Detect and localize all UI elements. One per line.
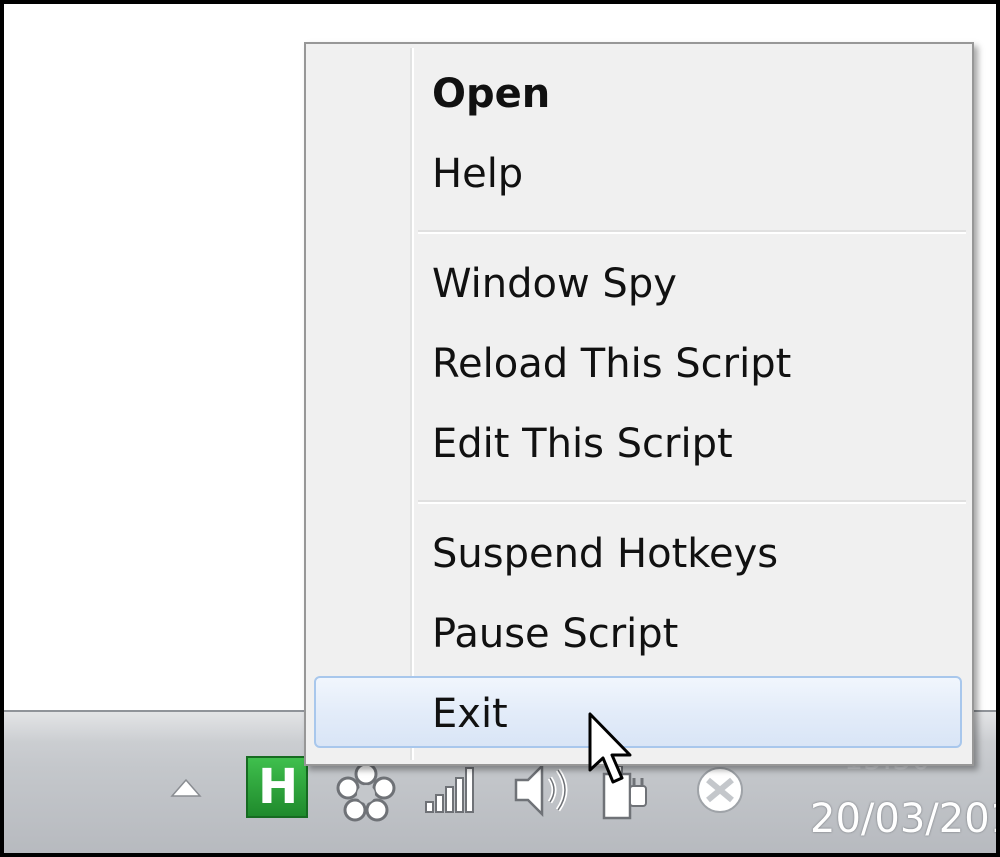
menu-item-label: Edit This Script	[432, 421, 733, 467]
network-signal-icon[interactable]	[422, 762, 484, 814]
sync-app-icon[interactable]	[690, 762, 750, 818]
menu-item-label: Reload This Script	[432, 341, 792, 387]
screen-frame: H 15:30 20/03/201	[0, 0, 1000, 857]
menu-separator	[418, 500, 966, 504]
menu-item-window-spy[interactable]: Window Spy	[314, 246, 962, 318]
autohotkey-letter: H	[258, 759, 299, 815]
mouse-pointer-icon	[588, 712, 632, 784]
asterisk-app-icon[interactable]	[334, 760, 398, 824]
menu-item-label: Window Spy	[432, 261, 677, 307]
tray-context-menu: Open Help Window Spy Reload This Script …	[304, 42, 974, 766]
menu-item-help[interactable]: Help	[314, 136, 962, 208]
menu-item-label: Open	[432, 71, 551, 117]
menu-item-label: Help	[432, 151, 524, 197]
menu-item-label: Exit	[432, 691, 508, 737]
autohotkey-icon[interactable]: H	[246, 756, 308, 818]
menu-item-label: Suspend Hotkeys	[432, 531, 779, 577]
clock-date[interactable]: 20/03/201	[810, 796, 996, 842]
menu-item-edit-script[interactable]: Edit This Script	[314, 406, 962, 478]
menu-item-exit[interactable]: Exit	[314, 676, 962, 748]
menu-item-open[interactable]: Open	[314, 56, 962, 128]
menu-item-reload-script[interactable]: Reload This Script	[314, 326, 962, 398]
menu-item-label: Pause Script	[432, 611, 679, 657]
show-hidden-icons-arrow[interactable]	[168, 776, 204, 800]
menu-item-suspend-hotkeys[interactable]: Suspend Hotkeys	[314, 516, 962, 588]
menu-item-pause-script[interactable]: Pause Script	[314, 596, 962, 668]
volume-icon[interactable]	[510, 760, 574, 820]
menu-separator	[418, 230, 966, 234]
